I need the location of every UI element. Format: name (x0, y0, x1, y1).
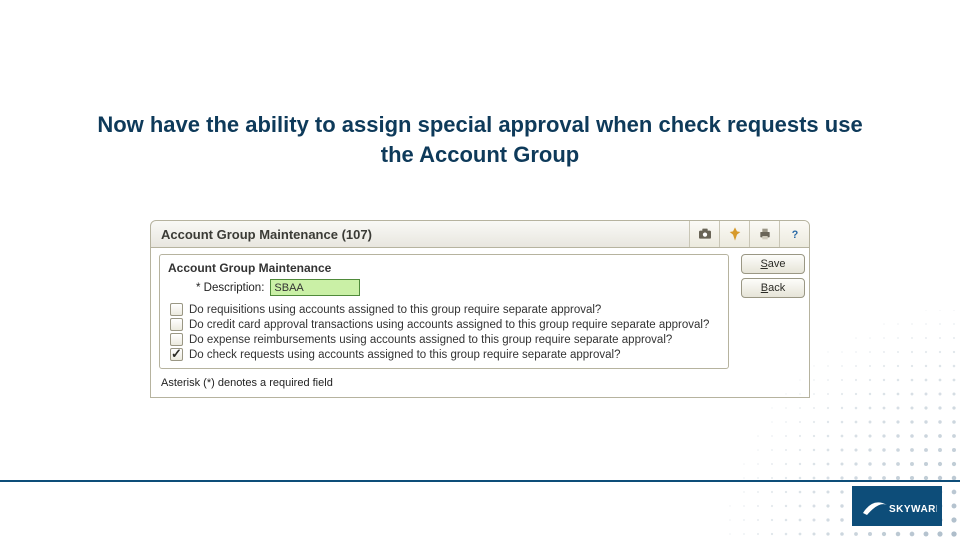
option-row: Do check requests using accounts assigne… (166, 347, 722, 362)
option-label: Do credit card approval transactions usi… (189, 319, 709, 331)
help-icon[interactable]: ? (779, 221, 809, 247)
logo-text: SKYWARD (889, 504, 937, 515)
option-label: Do requisitions using accounts assigned … (189, 304, 601, 316)
window-body: Account Group Maintenance * Description:… (150, 248, 810, 398)
svg-text:?: ? (791, 229, 798, 241)
option-row: Do credit card approval transactions usi… (166, 317, 722, 332)
description-label: * Description: (196, 282, 264, 294)
checkbox[interactable] (170, 348, 183, 361)
app-window: Account Group Maintenance (107) ? Accoun… (150, 220, 810, 398)
option-label: Do expense reimbursements using accounts… (189, 334, 672, 346)
form-area: Account Group Maintenance * Description:… (151, 248, 737, 397)
titlebar-icon-group: ? (689, 221, 809, 247)
form-group-box: Account Group Maintenance * Description:… (159, 254, 729, 369)
option-row: Do requisitions using accounts assigned … (166, 302, 722, 317)
section-heading: Account Group Maintenance (166, 259, 722, 279)
back-button[interactable]: Back (741, 278, 805, 298)
slide-title: Now have the ability to assign special a… (80, 110, 880, 169)
action-sidebar: Save Back (737, 248, 809, 397)
pin-icon[interactable] (719, 221, 749, 247)
checkbox[interactable] (170, 333, 183, 346)
print-icon[interactable] (749, 221, 779, 247)
window-titlebar: Account Group Maintenance (107) ? (150, 220, 810, 248)
save-button[interactable]: Save (741, 254, 805, 274)
checkbox[interactable] (170, 303, 183, 316)
description-input[interactable] (270, 279, 360, 296)
description-row: * Description: (166, 279, 722, 302)
required-footnote: Asterisk (*) denotes a required field (159, 373, 729, 395)
window-title: Account Group Maintenance (107) (151, 221, 689, 247)
skyward-logo: SKYWARD (852, 486, 942, 526)
camera-icon[interactable] (689, 221, 719, 247)
bottom-divider (0, 480, 960, 482)
option-label: Do check requests using accounts assigne… (189, 349, 621, 361)
option-row: Do expense reimbursements using accounts… (166, 332, 722, 347)
checkbox[interactable] (170, 318, 183, 331)
